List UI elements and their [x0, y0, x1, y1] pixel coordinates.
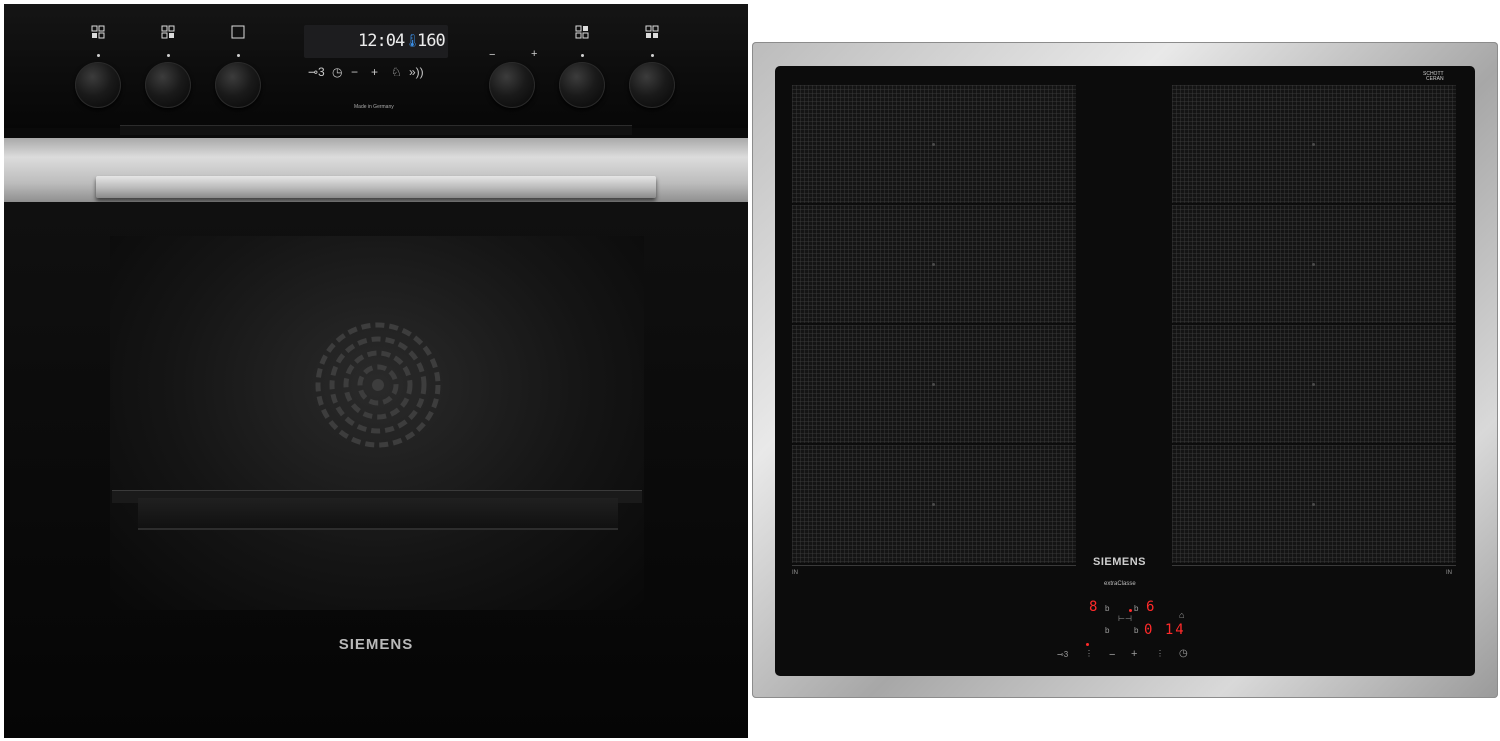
mode-grid-icon: [91, 25, 105, 39]
zone-select-icon[interactable]: ⋮: [1156, 649, 1164, 658]
hob-timer-button[interactable]: ◷: [1179, 648, 1188, 659]
timer-readout: 0 14: [1144, 622, 1186, 638]
zone-marker: [932, 263, 935, 266]
zone-select-icon[interactable]: ⋮: [1085, 649, 1093, 658]
knob-indicator: [651, 54, 654, 57]
function-knob[interactable]: [145, 62, 191, 108]
fan-cover-icon: [315, 322, 441, 448]
zone-marker: [1312, 383, 1315, 386]
zone-link-icon: ⊢⊣: [1118, 614, 1132, 623]
wifi-connect-button[interactable]: »)): [409, 66, 424, 78]
knob-indicator: [97, 54, 100, 57]
mode-grid-icon: [645, 25, 659, 38]
oven-temperature: 160: [417, 31, 446, 51]
oven-window: [110, 236, 644, 610]
plus-button[interactable]: +: [371, 66, 378, 78]
zone-right-power-level: 6: [1146, 599, 1155, 615]
zone-edge-left: [792, 565, 1076, 566]
hob-minus-button[interactable]: −: [1109, 649, 1115, 661]
mode-square-icon: [231, 25, 245, 39]
zone-marker: [1312, 503, 1315, 506]
hob-plus-button[interactable]: +: [1131, 648, 1137, 660]
zone-edge-right: [1172, 565, 1456, 566]
vent-gap: [120, 125, 632, 135]
hob-glass-surface: SCHOTT CERAN IN IN SIEMENS extraClasse 8 …: [775, 66, 1475, 676]
function-knob[interactable]: [75, 62, 121, 108]
function-knob[interactable]: [215, 62, 261, 108]
quick-heat-button[interactable]: ⊸3: [308, 66, 325, 78]
knob-indicator: [581, 54, 584, 57]
quick-heat-button[interactable]: ⊸3: [1057, 650, 1068, 659]
zone-marker: [932, 383, 935, 386]
function-knob[interactable]: [629, 62, 675, 108]
oven-time: 12:04: [358, 31, 405, 51]
minus-label: −: [489, 49, 496, 61]
zone-b-label: b: [1105, 604, 1110, 613]
mode-grid-icon: [161, 25, 175, 39]
child-lock-button[interactable]: ♘: [391, 66, 402, 78]
cooking-zone-right-2[interactable]: [1172, 205, 1456, 323]
cooking-zone-left-1[interactable]: [792, 85, 1076, 203]
hob-sublabel: extraClasse: [1104, 581, 1136, 587]
zone-marker: [1312, 143, 1315, 146]
minus-button[interactable]: −: [351, 66, 358, 78]
oven-display: 12:04 🌡 160: [304, 25, 448, 58]
clock-button[interactable]: ◷: [332, 66, 342, 78]
in-label-right: IN: [1446, 570, 1452, 576]
door-handle[interactable]: [96, 176, 656, 198]
zone-b-label: b: [1105, 626, 1110, 635]
cooking-zone-left-4[interactable]: [792, 445, 1076, 563]
plus-label: +: [531, 48, 538, 60]
zone-marker: [932, 503, 935, 506]
knob-indicator: [237, 54, 240, 57]
zone-marker: [932, 143, 935, 146]
in-label-left: IN: [792, 570, 798, 576]
zone-marker: [1312, 263, 1315, 266]
home-icon[interactable]: ⌂: [1179, 610, 1184, 620]
glass-brand-label: SCHOTT CERAN: [1423, 71, 1444, 82]
oven-control-panel: − + 12:04 🌡 160 ⊸3 ◷ − + ♘ »)) Made in G…: [4, 4, 748, 135]
cooking-zone-right-4[interactable]: [1172, 445, 1456, 563]
zone-active-dot: [1129, 609, 1132, 612]
temperature-knob[interactable]: [489, 62, 535, 108]
zone-left-power-level: 8: [1089, 599, 1098, 615]
oven: − + 12:04 🌡 160 ⊸3 ◷ − + ♘ »)) Made in G…: [4, 4, 748, 738]
oven-door: SIEMENS: [4, 202, 748, 738]
zone-b-label: b: [1134, 626, 1139, 635]
hob-brand-logo: SIEMENS: [1093, 556, 1147, 568]
cooking-zone-right-1[interactable]: [1172, 85, 1456, 203]
mode-grid-icon: [575, 25, 589, 39]
knob-indicator: [167, 54, 170, 57]
cooking-zone-left-3[interactable]: [792, 325, 1076, 443]
induction-hob: SCHOTT CERAN IN IN SIEMENS extraClasse 8 …: [752, 42, 1498, 698]
cooking-zone-right-3[interactable]: [1172, 325, 1456, 443]
zone-b-label: b: [1134, 604, 1139, 613]
control-active-dot: [1086, 643, 1089, 646]
oven-brand-logo: SIEMENS: [338, 636, 414, 653]
made-in-label: Made in Germany: [354, 104, 394, 110]
baking-tray: [138, 498, 618, 530]
cooking-zone-left-2[interactable]: [792, 205, 1076, 323]
function-knob[interactable]: [559, 62, 605, 108]
